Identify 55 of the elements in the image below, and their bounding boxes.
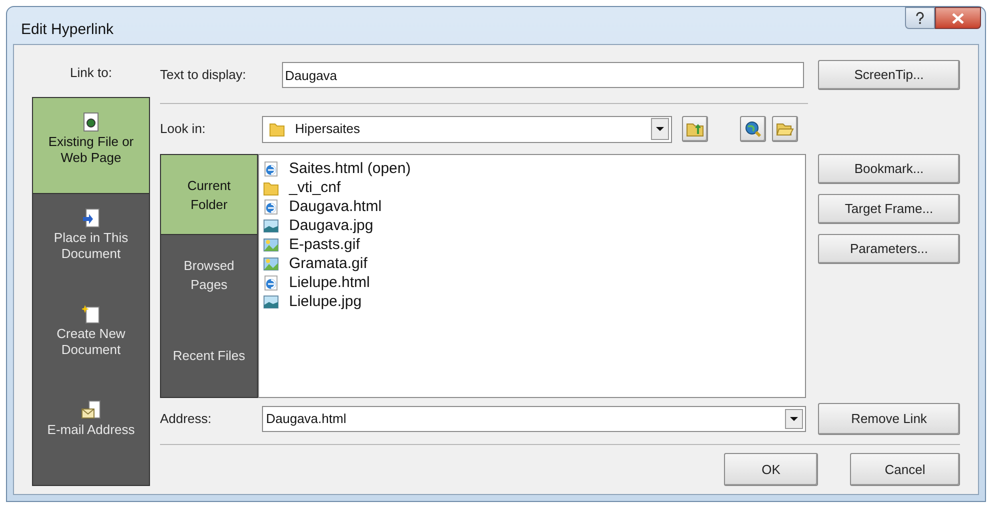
remove-link-button[interactable]: Remove Link: [818, 403, 960, 435]
image-file-icon: [263, 218, 279, 234]
image-file-icon: [263, 294, 279, 310]
image-file-icon: [263, 256, 279, 272]
dialog-button[interactable]: Cancel: [850, 453, 960, 486]
close-icon: [952, 12, 964, 24]
link-type-tab[interactable]: Create New Document: [33, 290, 149, 386]
envelope-document-icon: [81, 400, 101, 420]
document-globe-icon: [82, 112, 100, 132]
file-item[interactable]: E-pasts.gif: [263, 235, 805, 254]
file-item[interactable]: Gramata.gif: [263, 254, 805, 273]
folder-up-arrow-icon: [686, 121, 704, 137]
browse-nav-tab[interactable]: Recent Files: [161, 315, 257, 395]
link-type-tab[interactable]: Place in This Document: [33, 194, 149, 290]
browse-nav-tab[interactable]: Browsed Pages: [161, 235, 257, 315]
close-button[interactable]: [935, 7, 981, 29]
globe-magnifier-icon: [744, 120, 762, 138]
side-action-button[interactable]: Target Frame...: [818, 194, 960, 224]
link-to-label: Link to:: [69, 64, 113, 82]
folder-icon: [269, 121, 285, 137]
address-label: Address:: [160, 410, 212, 428]
screentip-button[interactable]: ScreenTip...: [818, 60, 960, 90]
web-page-icon: [263, 198, 279, 214]
address-field[interactable]: Daugava.html: [262, 406, 806, 432]
up-folder-button[interactable]: [682, 116, 708, 142]
dropdown-arrow-icon: [656, 127, 664, 131]
file-item[interactable]: Saites.html (open): [263, 159, 805, 178]
window-title: Edit Hyperlink: [21, 20, 114, 40]
open-folder-icon: [776, 121, 794, 137]
help-icon: [915, 12, 925, 24]
look-in-label: Look in:: [160, 120, 207, 138]
dialog-button[interactable]: OK: [724, 453, 818, 486]
text-to-display-field[interactable]: Daugava: [282, 62, 804, 88]
dropdown-arrow-icon: [790, 417, 798, 421]
file-item[interactable]: Daugava.html: [263, 197, 805, 216]
browse-nav-tab[interactable]: Current Folder: [161, 155, 257, 235]
browse-file-button[interactable]: [772, 116, 798, 142]
text-to-display-label: Text to display:: [160, 66, 247, 84]
folder-icon: [263, 180, 279, 196]
browse-web-button[interactable]: [740, 116, 766, 142]
help-button[interactable]: [905, 7, 935, 29]
file-item[interactable]: Lielupe.jpg: [263, 292, 805, 311]
link-type-tab[interactable]: Existing File or Web Page: [33, 98, 149, 194]
file-item[interactable]: Lielupe.html: [263, 273, 805, 292]
image-file-icon: [263, 236, 279, 252]
side-action-button[interactable]: Parameters...: [818, 234, 960, 264]
document-arrow-icon: [82, 208, 100, 228]
look-in-dropdown[interactable]: Hipersaites: [262, 116, 672, 142]
file-item[interactable]: _vti_cnf: [263, 178, 805, 197]
web-page-icon: [263, 274, 279, 290]
new-document-icon: [82, 304, 100, 324]
file-item[interactable]: Daugava.jpg: [263, 216, 805, 235]
side-action-button[interactable]: Bookmark...: [818, 154, 960, 184]
link-type-tab[interactable]: E-mail Address: [33, 386, 149, 482]
web-page-icon: [263, 160, 279, 176]
